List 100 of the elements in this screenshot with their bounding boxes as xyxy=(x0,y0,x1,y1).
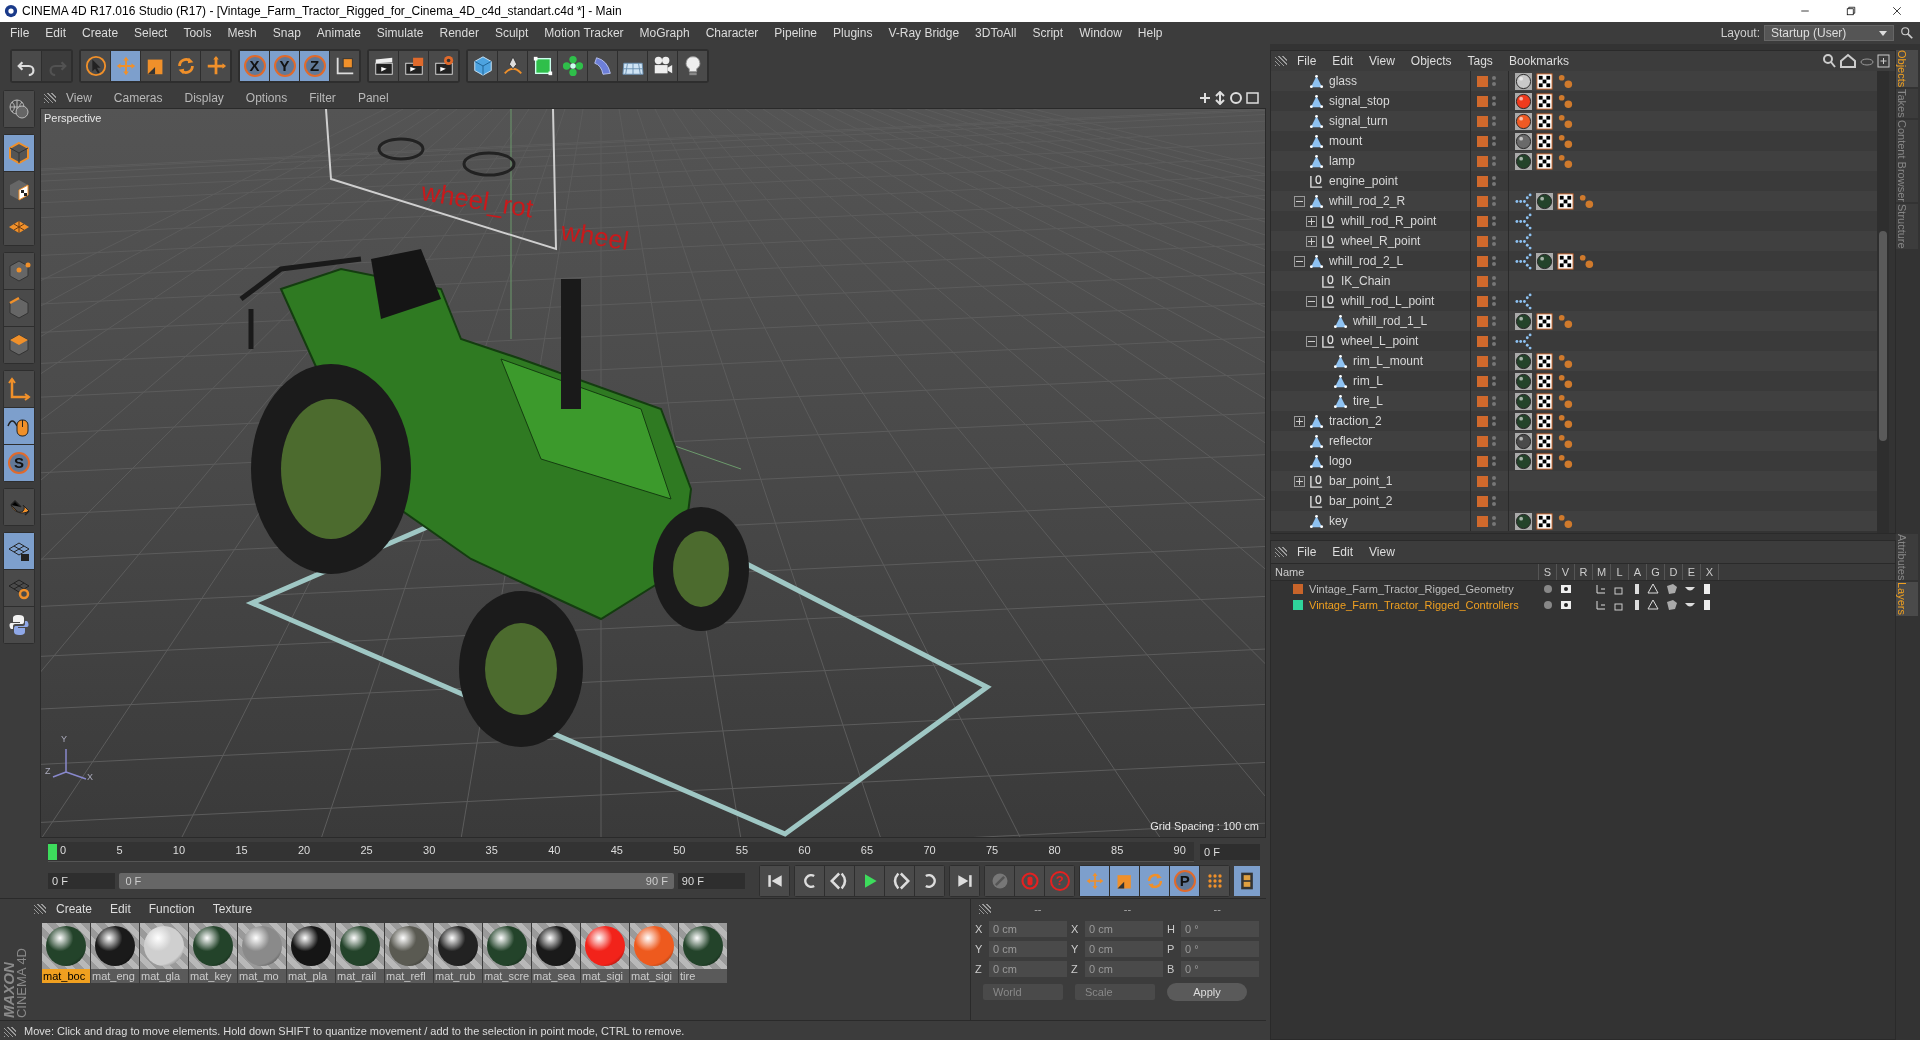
panel-grip[interactable] xyxy=(1275,547,1287,557)
object-name[interactable]: traction_2 xyxy=(1329,412,1382,430)
column-header[interactable]: D xyxy=(1665,563,1683,581)
scrollbar[interactable] xyxy=(1877,71,1889,533)
material-swatch[interactable]: mat_sigi xyxy=(581,923,629,983)
column-header[interactable]: R xyxy=(1575,563,1593,581)
layer-color-swatch[interactable] xyxy=(1477,235,1488,247)
dots-tag-icon[interactable] xyxy=(1557,372,1574,390)
column-header[interactable]: X xyxy=(1701,563,1719,581)
material-swatch[interactable]: mat_sigi xyxy=(630,923,678,983)
material-tag[interactable] xyxy=(1536,192,1553,210)
viewport-menu-item[interactable]: Display xyxy=(176,89,232,107)
camera-button[interactable] xyxy=(648,51,677,81)
objects-menu-item[interactable]: View xyxy=(1361,52,1403,70)
object-name[interactable]: whill_rod_L_point xyxy=(1341,292,1435,310)
visibility-dots[interactable] xyxy=(1492,376,1496,386)
checker-tag-icon[interactable] xyxy=(1536,392,1553,410)
object-name[interactable]: engine_point xyxy=(1329,172,1398,190)
menu-item[interactable]: Plugins xyxy=(825,24,881,42)
expand-toggle[interactable] xyxy=(1306,295,1317,307)
viewport-menu-item[interactable]: View xyxy=(58,89,100,107)
layer-color-swatch[interactable] xyxy=(1477,95,1488,107)
object-name[interactable]: wheel_L_point xyxy=(1341,332,1419,350)
checker-tag-icon[interactable] xyxy=(1536,92,1553,110)
expand-toggle[interactable] xyxy=(1294,255,1305,267)
layer-color-swatch[interactable] xyxy=(1477,515,1488,527)
texture-mode-button[interactable] xyxy=(4,172,34,208)
visibility-dots[interactable] xyxy=(1492,136,1496,146)
layer-color-swatch[interactable] xyxy=(1477,75,1488,87)
axis-lock-button[interactable]: Z xyxy=(300,51,329,81)
cube-button[interactable] xyxy=(468,51,497,81)
ik-tag-icon[interactable] xyxy=(1515,192,1532,210)
object-name[interactable]: bar_point_1 xyxy=(1329,472,1393,490)
scale-button[interactable] xyxy=(141,51,170,81)
visibility-dots[interactable] xyxy=(1492,276,1496,286)
dots-tag-icon[interactable] xyxy=(1557,392,1574,410)
object-name[interactable]: lamp xyxy=(1329,152,1355,170)
visibility-dots[interactable] xyxy=(1492,96,1496,106)
view-navigation-icon[interactable] xyxy=(1198,91,1260,105)
side-tab[interactable]: Layers xyxy=(1896,582,1918,616)
layout-dropdown[interactable]: Startup (User) xyxy=(1764,25,1894,41)
material-tag[interactable] xyxy=(1515,312,1532,330)
layer-color-swatch[interactable] xyxy=(1477,195,1488,207)
layer-color-swatch[interactable] xyxy=(1477,475,1488,487)
object-name[interactable]: mount xyxy=(1329,132,1363,150)
expand-toggle[interactable] xyxy=(1294,475,1305,487)
panel-grip[interactable] xyxy=(44,93,56,103)
param-button[interactable]: P xyxy=(1170,866,1200,896)
scale-button[interactable] xyxy=(1110,866,1140,896)
object-name[interactable]: whill_rod_2_R xyxy=(1329,192,1406,210)
menu-item[interactable]: Sculpt xyxy=(486,24,537,42)
visibility-dots[interactable] xyxy=(1492,236,1496,246)
ik-tag-icon[interactable] xyxy=(1515,292,1532,310)
material-tag[interactable] xyxy=(1515,92,1532,110)
layer-color-swatch[interactable] xyxy=(1477,255,1488,267)
checker-tag-icon[interactable] xyxy=(1536,372,1553,390)
column-header[interactable]: G xyxy=(1647,563,1665,581)
layer-color-swatch[interactable] xyxy=(1477,435,1488,447)
go-end-button[interactable] xyxy=(950,866,980,896)
next-frame-button[interactable] xyxy=(885,866,915,896)
object-name[interactable]: whill_rod_1_L xyxy=(1353,312,1428,330)
layer-color-swatch[interactable] xyxy=(1477,395,1488,407)
dots-tag-icon[interactable] xyxy=(1557,72,1574,90)
rotate-button[interactable] xyxy=(171,51,200,81)
layer-color-swatch[interactable] xyxy=(1477,275,1488,287)
material-tag[interactable] xyxy=(1515,72,1532,90)
move-button[interactable] xyxy=(1080,866,1110,896)
timeline-ruler[interactable]: 0 5 10 15 20 25 30 35 40 45 50 55 60 65 70 75 80 85 90 xyxy=(48,842,1194,862)
layer-color-swatch[interactable] xyxy=(1477,455,1488,467)
visibility-dots[interactable] xyxy=(1492,396,1496,406)
workplane-button[interactable] xyxy=(4,209,34,245)
material-tag[interactable] xyxy=(1515,132,1532,150)
checker-tag-icon[interactable] xyxy=(1557,252,1574,270)
expand-toggle[interactable] xyxy=(1306,335,1317,347)
object-name[interactable]: glass xyxy=(1329,72,1357,90)
material-swatch[interactable]: mat_rub xyxy=(434,923,482,983)
dots-tag-icon[interactable] xyxy=(1557,352,1574,370)
column-header[interactable]: V xyxy=(1557,563,1575,581)
visibility-dots[interactable] xyxy=(1492,356,1496,366)
checker-tag-icon[interactable] xyxy=(1536,352,1553,370)
panel-grip[interactable] xyxy=(4,1026,16,1037)
layer-color-swatch[interactable] xyxy=(1477,415,1488,427)
render-settings-button[interactable] xyxy=(429,51,458,81)
menu-item[interactable]: Script xyxy=(1024,24,1072,42)
pla-button[interactable] xyxy=(1200,866,1230,896)
checker-tag-icon[interactable] xyxy=(1536,452,1553,470)
menu-item[interactable]: V-Ray Bridge xyxy=(880,24,968,42)
column-header[interactable]: L xyxy=(1611,563,1629,581)
material-menu-item[interactable]: Edit xyxy=(102,900,139,918)
checker-tag-icon[interactable] xyxy=(1557,192,1574,210)
menu-item[interactable]: Help xyxy=(1129,24,1171,42)
timeline-layout-button[interactable] xyxy=(1234,866,1260,896)
column-header[interactable]: S xyxy=(1539,563,1557,581)
visibility-dots[interactable] xyxy=(1492,296,1496,306)
ik-tag-icon[interactable] xyxy=(1515,332,1532,350)
layer-color-swatch[interactable] xyxy=(1293,584,1303,594)
material-menu-item[interactable]: Texture xyxy=(204,900,261,918)
menu-item[interactable]: Render xyxy=(431,24,487,42)
material-tag[interactable] xyxy=(1515,352,1532,370)
light-button[interactable] xyxy=(678,51,707,81)
